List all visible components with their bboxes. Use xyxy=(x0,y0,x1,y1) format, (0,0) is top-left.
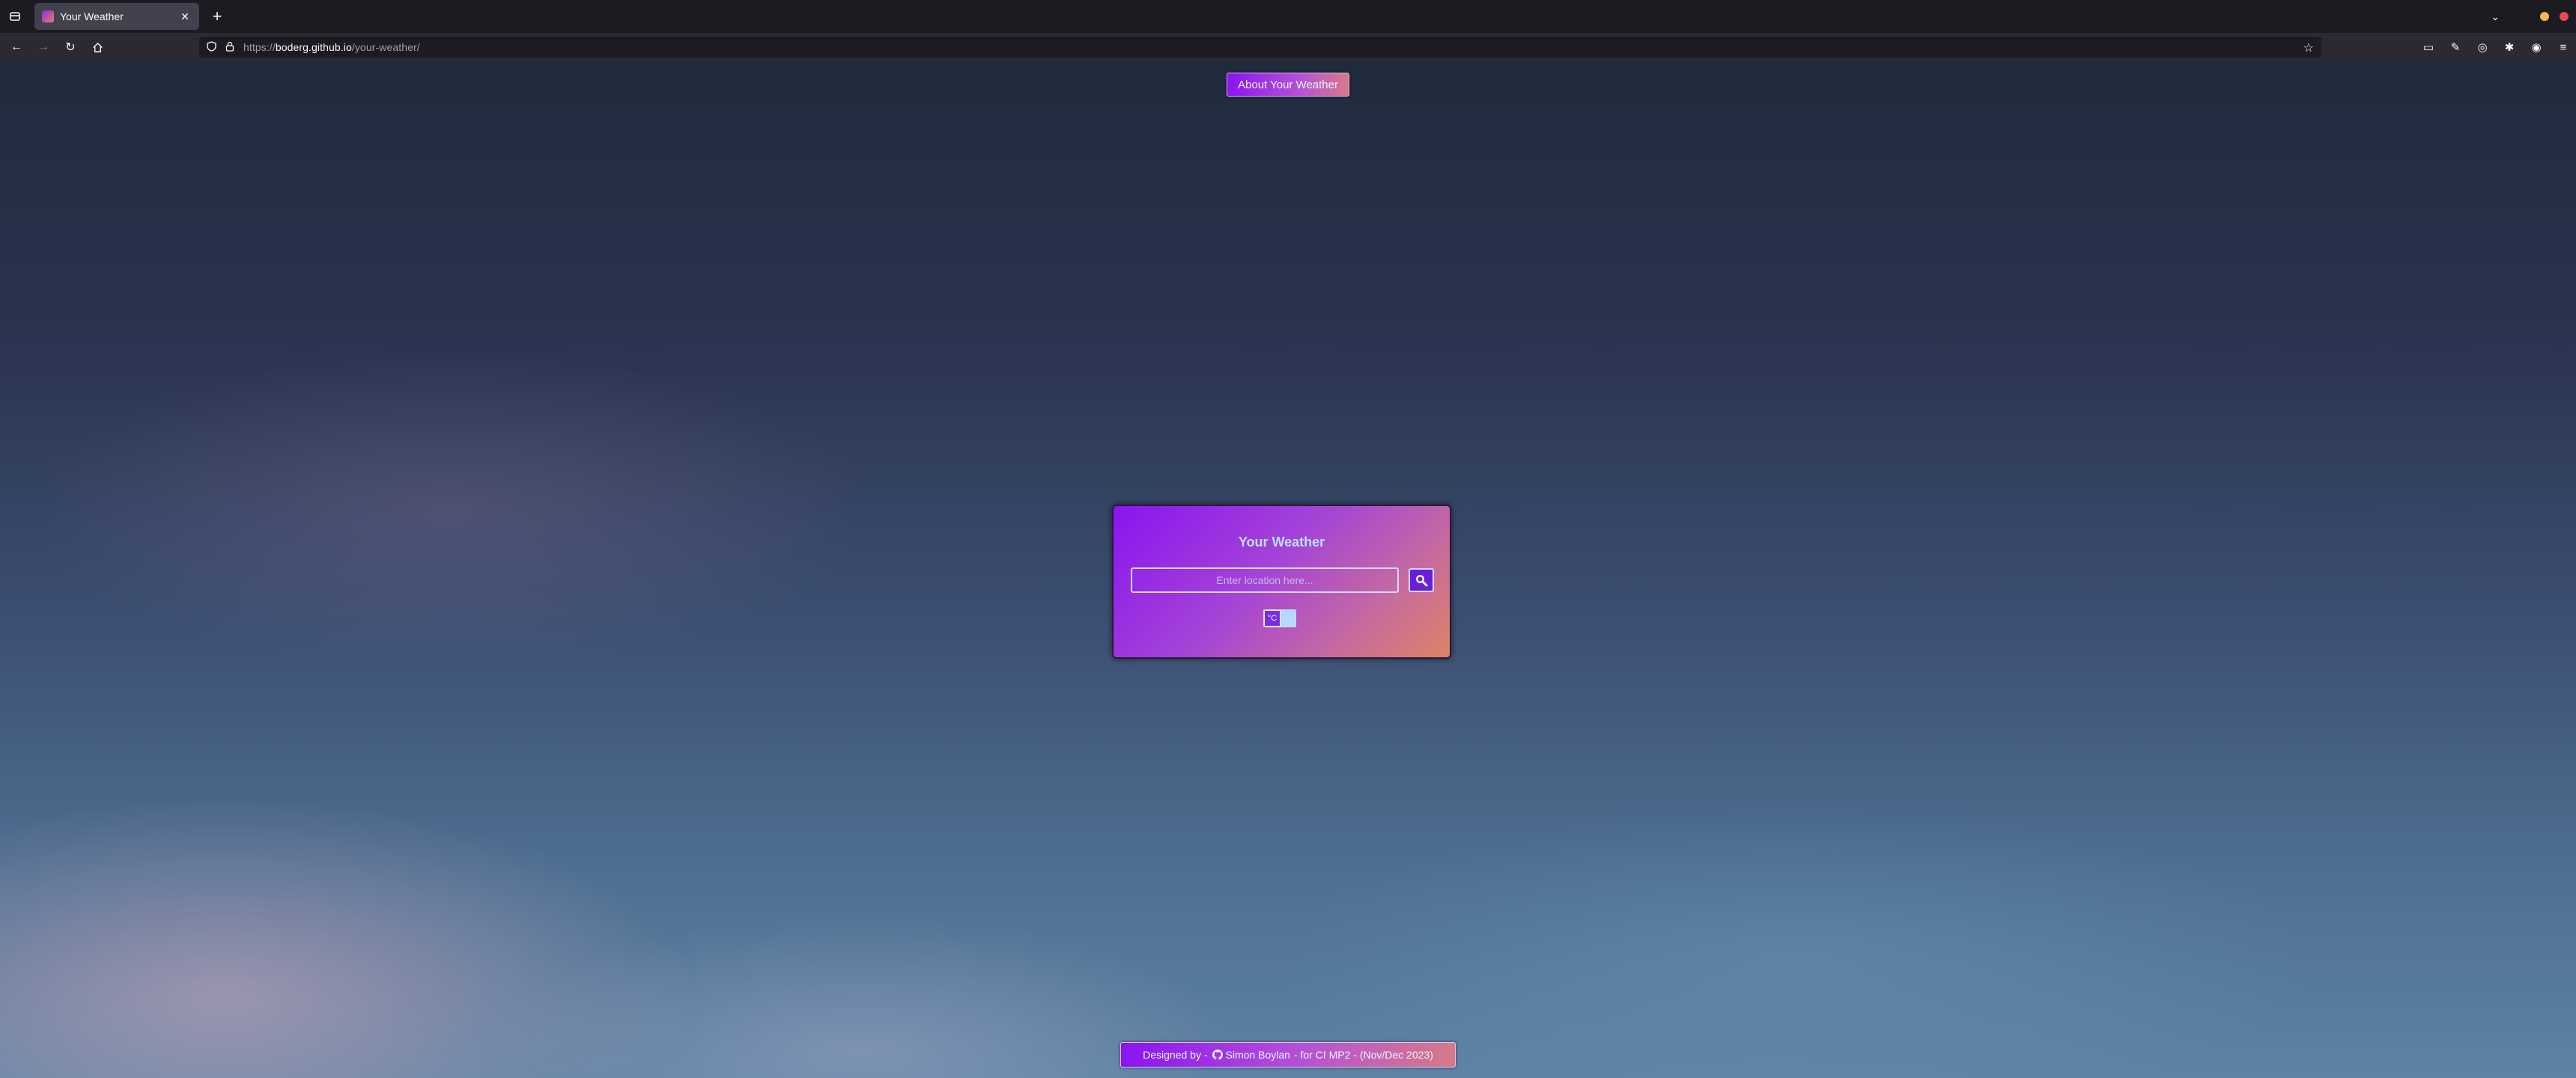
nav-bar: ← → ↻ https://boderg.github.io/your-weat… xyxy=(0,33,2576,61)
unit-toggle[interactable]: °C xyxy=(1263,609,1296,627)
card-title: Your Weather xyxy=(1238,535,1325,549)
tools-icon[interactable]: ✎ xyxy=(2447,39,2464,55)
search-icon xyxy=(1416,575,1428,587)
puzzle-icon[interactable]: ✱ xyxy=(2501,39,2518,55)
footer-designed-by: Designed by - xyxy=(1143,1049,1208,1061)
weather-card: Your Weather °C xyxy=(1112,505,1451,659)
shield-icon[interactable] xyxy=(207,40,216,54)
unit-label: °C xyxy=(1264,610,1281,627)
tab-title: Your Weather xyxy=(60,10,124,22)
forward-icon[interactable]: → xyxy=(33,37,54,58)
account-icon[interactable]: ◉ xyxy=(2528,39,2545,55)
window-controls: ⌄ xyxy=(2491,6,2569,27)
toggle-track xyxy=(1281,610,1295,627)
footer: Designed by - Simon Boylan - for CI MP2 … xyxy=(1120,1042,1456,1068)
home-icon[interactable] xyxy=(87,37,108,58)
github-icon[interactable] xyxy=(1212,1050,1223,1060)
close-icon[interactable]: ✕ xyxy=(178,10,192,23)
url-text: https://boderg.github.io/your-weather/ xyxy=(243,41,420,53)
chevron-down-icon[interactable]: ⌄ xyxy=(2491,10,2500,23)
tab-strip: Your Weather ✕ + ⌄ xyxy=(0,0,2576,33)
star-icon[interactable]: ☆ xyxy=(2303,40,2314,55)
back-icon[interactable]: ← xyxy=(6,37,27,58)
location-input[interactable] xyxy=(1131,567,1399,593)
search-button[interactable] xyxy=(1409,568,1434,592)
close-window-button[interactable] xyxy=(2560,12,2569,21)
plus-icon[interactable]: + xyxy=(207,6,228,27)
pocket-icon[interactable]: ▭ xyxy=(2420,39,2437,55)
tab-list-icon[interactable] xyxy=(4,6,25,27)
minimize-button[interactable] xyxy=(2540,12,2549,21)
footer-rest: - for CI MP2 - (Nov/Dec 2023) xyxy=(1293,1049,1433,1061)
footer-author-link[interactable]: Simon Boylan xyxy=(1226,1049,1290,1061)
menu-icon[interactable]: ≡ xyxy=(2555,39,2572,55)
reload-icon[interactable]: ↻ xyxy=(60,37,81,58)
page-background: About Your Weather Your Weather °C Desig… xyxy=(0,61,2576,1078)
about-button[interactable]: About Your Weather xyxy=(1227,73,1349,97)
address-bar[interactable]: https://boderg.github.io/your-weather/ ☆ xyxy=(199,37,2321,58)
tab-your-weather[interactable]: Your Weather ✕ xyxy=(34,3,199,30)
lock-icon[interactable] xyxy=(225,41,234,54)
favicon-icon xyxy=(42,10,54,22)
toolbar-extensions: ▭ ✎ ◎ ✱ ◉ ≡ xyxy=(2420,37,2572,58)
extension-icon[interactable]: ◎ xyxy=(2474,39,2491,55)
